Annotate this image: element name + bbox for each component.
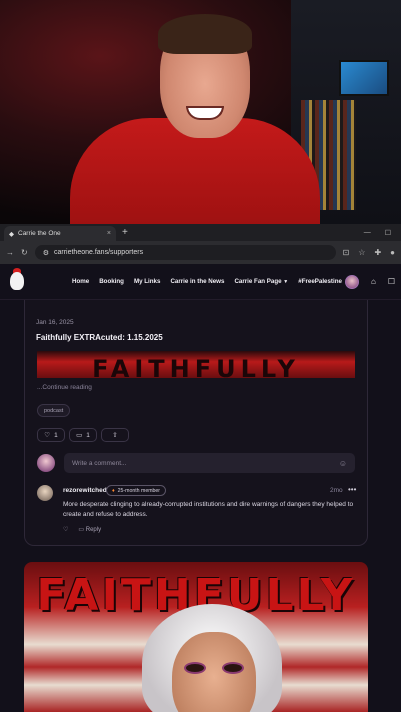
webcam-overlay — [0, 0, 401, 224]
tab-close-icon[interactable]: × — [107, 230, 111, 237]
share-icon: ⇧ — [112, 432, 118, 439]
chat-icon[interactable]: ☐ — [388, 277, 395, 286]
nav-my-links[interactable]: My Links — [134, 278, 160, 285]
address-icons: ⊡ ☆ ✚ ● — [343, 248, 395, 257]
post-actions: ♡ 1 ▭ 1 ⇧ — [37, 428, 129, 442]
nav-icons: ⌂ ☐ — [344, 274, 395, 289]
nav-booking[interactable]: Booking — [99, 278, 124, 285]
site-info-icon[interactable]: ⚙ — [43, 249, 49, 257]
poster-eye-right — [222, 662, 244, 674]
heart-icon: ♡ — [44, 432, 51, 439]
tab-title: Carrie the One — [18, 230, 61, 237]
person-hair — [158, 14, 252, 54]
home-icon[interactable]: ⌂ — [371, 277, 376, 286]
install-app-icon[interactable]: ⊡ — [343, 248, 350, 257]
continue-reading-link[interactable]: ...Continue reading — [37, 384, 92, 391]
banner-text: FAITHFULLY — [92, 355, 300, 378]
poster-face — [172, 632, 256, 712]
address-bar: → ↻ ⚙ carrietheone.fans/supporters ⊡ ☆ ✚… — [0, 241, 401, 264]
nav-home[interactable]: Home — [72, 278, 89, 285]
commenter-avatar[interactable] — [37, 485, 53, 501]
flame-icon: ♦ — [112, 487, 115, 494]
reload-icon[interactable]: ↻ — [21, 248, 28, 257]
share-button[interactable]: ⇧ — [101, 428, 129, 442]
extensions-icon[interactable]: ✚ — [374, 248, 381, 257]
reply-label: Reply — [85, 527, 102, 533]
more-options-icon[interactable]: ••• — [348, 485, 356, 494]
member-badge: ♦ 25-month member — [106, 485, 167, 496]
comment-button[interactable]: ▭ 1 — [69, 428, 97, 442]
poster-eye-left — [184, 662, 206, 674]
nav-fan-page[interactable]: Carrie Fan Page ▼ — [234, 278, 288, 285]
commenter-name[interactable]: rezorewitched — [63, 487, 107, 494]
post-banner-image[interactable]: FAITHFULLY — [37, 351, 355, 378]
comment-like-heart-icon[interactable]: ♡ — [63, 526, 68, 533]
window-controls: — ☐ — [364, 229, 401, 237]
tab-bar: ◆ Carrie the One × + — ☐ — [0, 224, 401, 241]
chevron-down-icon: ▼ — [283, 279, 289, 285]
bookmark-star-icon[interactable]: ☆ — [358, 248, 365, 257]
comment-actions: ♡ ▭ Reply — [63, 526, 101, 533]
browser-tab[interactable]: ◆ Carrie the One × — [4, 226, 116, 241]
user-avatar[interactable] — [344, 274, 359, 289]
reply-icon: ▭ — [78, 527, 85, 533]
rooster-logo-icon — [10, 271, 24, 290]
like-button[interactable]: ♡ 1 — [37, 428, 65, 442]
comment-input[interactable]: Write a comment... ☺ — [64, 453, 355, 473]
comment-count: 1 — [86, 431, 90, 439]
like-count: 1 — [54, 431, 58, 439]
background-monitor — [339, 60, 389, 96]
forward-icon[interactable]: → — [6, 248, 14, 257]
comment-body: More desperate clinging to already-corru… — [63, 501, 354, 518]
emoji-icon[interactable]: ☺ — [339, 459, 347, 468]
badge-label: 25-month member — [117, 487, 161, 494]
profile-icon[interactable]: ● — [390, 248, 395, 257]
post-title[interactable]: Faithfully EXTRAcuted: 1.15.2025 — [36, 333, 163, 342]
site-logo[interactable] — [6, 267, 28, 296]
minimize-icon[interactable]: — — [364, 229, 371, 237]
nav-in-the-news[interactable]: Carrie in the News — [170, 278, 224, 285]
nav-fan-page-label: Carrie Fan Page — [234, 278, 282, 285]
post-date: Jan 16, 2025 — [36, 319, 74, 326]
comment-icon: ▭ — [76, 432, 83, 439]
url-field[interactable]: ⚙ carrietheone.fans/supporters — [34, 245, 336, 260]
comment-time: 2mo — [330, 487, 343, 494]
tag-podcast[interactable]: podcast — [37, 404, 71, 417]
nav-links: Home Booking My Links Carrie in the News… — [72, 278, 342, 285]
comment-placeholder: Write a comment... — [72, 459, 127, 467]
reply-button[interactable]: ▭ Reply — [78, 526, 101, 533]
new-tab-button[interactable]: + — [122, 227, 128, 238]
current-user-avatar — [37, 454, 55, 472]
maximize-icon[interactable]: ☐ — [385, 229, 391, 237]
site-navbar: Home Booking My Links Carrie in the News… — [0, 264, 401, 300]
tab-favicon-icon: ◆ — [9, 230, 14, 238]
post-poster-image[interactable]: FAITHFULLY — [24, 562, 368, 712]
url-text: carrietheone.fans/supporters — [53, 249, 144, 256]
nav-free-palestine[interactable]: #FreePalestine — [298, 278, 342, 285]
